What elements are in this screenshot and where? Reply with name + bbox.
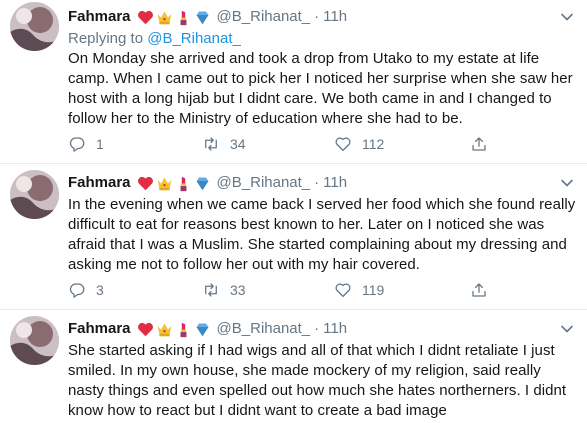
name-emojis xyxy=(137,321,211,338)
crown-emoji xyxy=(156,321,173,338)
reply-button[interactable]: 1 xyxy=(68,135,104,153)
like-count: 112 xyxy=(362,136,385,152)
heart-icon xyxy=(335,283,351,298)
replying-to-link[interactable]: @B_Rihanat_ xyxy=(147,30,241,47)
avatar[interactable] xyxy=(10,2,59,51)
chevron-down-icon[interactable] xyxy=(557,7,577,27)
replying-to-label: Replying to xyxy=(68,30,144,47)
tweet-2[interactable]: Fahmara @B_Rihanat_ · 11h In the evening… xyxy=(0,164,587,309)
tweet-3[interactable]: Fahmara @B_Rihanat_ · 11h She started as… xyxy=(0,310,587,423)
retweet-count: 34 xyxy=(230,136,246,152)
reply-icon xyxy=(69,283,85,298)
user-handle[interactable]: @B_Rihanat_ xyxy=(217,173,311,193)
tweet-text: In the evening when we came back I serve… xyxy=(68,196,576,273)
like-button[interactable]: 112 xyxy=(334,135,384,153)
red-heart-emoji xyxy=(137,321,154,338)
tweet-1[interactable]: Fahmara @B_Rihanat_ · 11h Replying to @B… xyxy=(0,0,587,163)
share-button[interactable] xyxy=(470,135,488,153)
user-handle[interactable]: @B_Rihanat_ xyxy=(217,7,311,27)
red-heart-emoji xyxy=(137,175,154,192)
tweet-header: Fahmara @B_Rihanat_ · 11h xyxy=(68,319,347,339)
retweet-button[interactable]: 34 xyxy=(202,135,246,153)
display-name[interactable]: Fahmara xyxy=(68,173,131,193)
user-handle[interactable]: @B_Rihanat_ xyxy=(217,319,311,339)
like-button[interactable]: 119 xyxy=(334,281,384,299)
tweet-header: Fahmara @B_Rihanat_ · 11h xyxy=(68,173,347,193)
name-emojis xyxy=(137,175,211,192)
gem-emoji xyxy=(194,321,211,338)
retweet-count: 33 xyxy=(230,282,246,298)
tweet-header: Fahmara @B_Rihanat_ · 11h xyxy=(68,7,347,27)
display-name[interactable]: Fahmara xyxy=(68,319,131,339)
retweet-icon xyxy=(205,137,217,151)
share-icon xyxy=(472,137,486,151)
reply-count: 1 xyxy=(96,136,104,152)
red-heart-emoji xyxy=(137,9,154,26)
chevron-down-icon[interactable] xyxy=(557,173,577,193)
like-count: 119 xyxy=(362,282,385,298)
crown-emoji xyxy=(156,9,173,26)
separator-dot: · xyxy=(314,8,320,25)
separator-dot: · xyxy=(314,174,320,191)
timestamp[interactable]: 11h xyxy=(323,173,347,193)
replying-to: Replying to @B_Rihanat_ xyxy=(68,29,241,49)
retweet-button[interactable]: 33 xyxy=(202,281,246,299)
lipstick-emoji xyxy=(175,321,192,338)
separator-dot: · xyxy=(314,320,320,337)
retweet-icon xyxy=(205,283,217,297)
share-button[interactable] xyxy=(470,281,488,299)
share-icon xyxy=(472,283,486,297)
gem-emoji xyxy=(194,9,211,26)
lipstick-emoji xyxy=(175,175,192,192)
heart-icon xyxy=(335,137,351,152)
reply-button[interactable]: 3 xyxy=(68,281,104,299)
timestamp[interactable]: 11h xyxy=(323,7,347,27)
gem-emoji xyxy=(194,175,211,192)
lipstick-emoji xyxy=(175,9,192,26)
avatar[interactable] xyxy=(10,170,59,219)
chevron-down-icon[interactable] xyxy=(557,319,577,339)
crown-emoji xyxy=(156,175,173,192)
avatar[interactable] xyxy=(10,316,59,365)
reply-icon xyxy=(69,137,85,152)
tweet-text: She started asking if I had wigs and all… xyxy=(68,342,567,419)
tweet-text: On Monday she arrived and took a drop fr… xyxy=(68,50,573,127)
reply-count: 3 xyxy=(96,282,104,298)
timestamp[interactable]: 11h xyxy=(323,319,347,339)
display-name[interactable]: Fahmara xyxy=(68,7,131,27)
name-emojis xyxy=(137,9,211,26)
